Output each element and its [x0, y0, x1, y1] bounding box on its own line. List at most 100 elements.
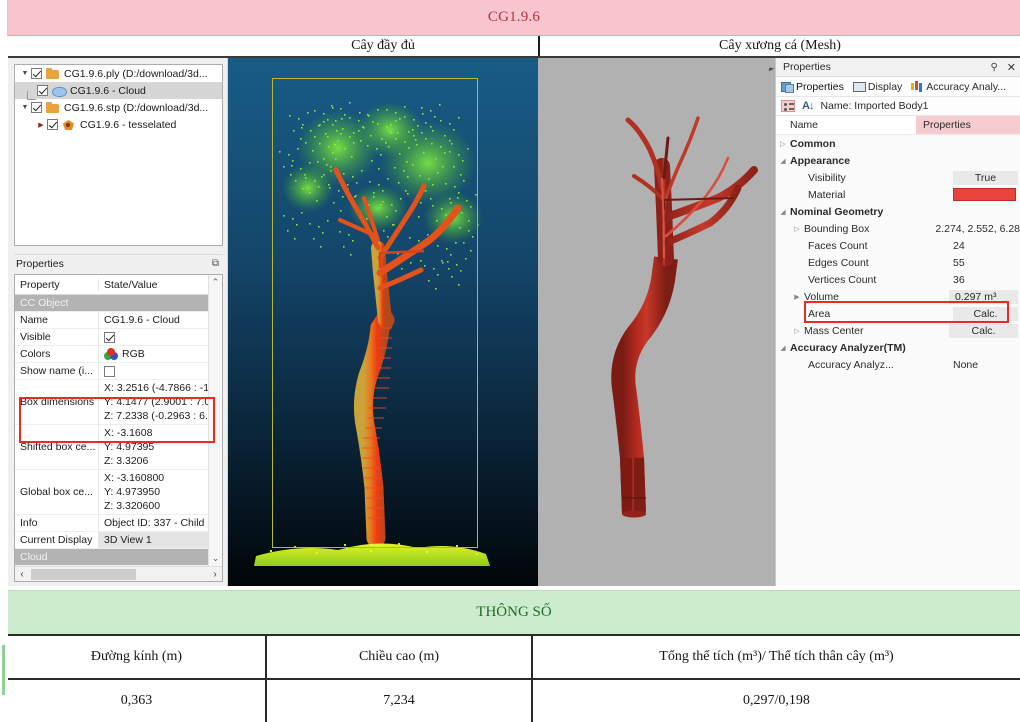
tree-checkbox[interactable]: [47, 119, 58, 130]
gm-row-label: Accuracy Analyz...: [808, 359, 948, 371]
tree-checkbox[interactable]: [31, 68, 42, 79]
chevron-right-icon[interactable]: ▷: [790, 327, 804, 335]
bounding-box-value: 2.274, 2.552, 6.28: [930, 223, 1020, 235]
tree-checkbox[interactable]: [31, 102, 42, 113]
gm-row-volume[interactable]: ▶ Volume 0.297 m³: [776, 288, 1020, 305]
gm-row-vertices-count[interactable]: Vertices Count 36: [776, 271, 1020, 288]
gm-row-faces-count[interactable]: Faces Count 24: [776, 237, 1020, 254]
gm-row-area[interactable]: Area Calc.: [776, 305, 1020, 322]
gm-row-mass-center[interactable]: ▷ Mass Center Calc.: [776, 322, 1020, 339]
gm-row-value-wrap[interactable]: True: [948, 171, 1020, 185]
tab-accuracy-label: Accuracy Analy...: [926, 81, 1006, 93]
gm-row-label: Vertices Count: [808, 274, 948, 286]
area-calc-button[interactable]: Calc.: [953, 307, 1018, 321]
column-header-point-cloud: Cây đầy đủ: [228, 36, 538, 56]
gm-row-visibility[interactable]: Visibility True: [776, 169, 1020, 186]
gm-row-material[interactable]: Material: [776, 186, 1020, 203]
left-margin-stub: [0, 0, 8, 36]
gm-group-label: Appearance: [790, 155, 930, 167]
tree-item-cloud[interactable]: CG1.9.6 - Cloud: [15, 82, 222, 99]
cc-row-name: Name CG1.9.6 - Cloud: [15, 312, 222, 329]
column-header-row: Cây đầy đủ Cây xương cá (Mesh): [8, 36, 1020, 58]
params-value-height: 7,234: [267, 680, 533, 722]
chevron-down-icon[interactable]: ▼: [19, 104, 31, 111]
box-dim-z: Z: 7.2338 (-0.2963 : 6.9: [104, 409, 222, 423]
tree-item-ply-file[interactable]: ▼ CG1.9.6.ply (D:/download/3d...: [15, 65, 222, 82]
tab-accuracy-analyzer[interactable]: Accuracy Analy...: [911, 81, 1006, 93]
tree-item-stp-file[interactable]: ▼ CG1.9.6.stp (D:/download/3d...: [15, 99, 222, 116]
hscroll-thumb[interactable]: [31, 569, 136, 580]
scroll-up-icon[interactable]: ⌃: [209, 275, 222, 289]
bottom-left-margin: [0, 590, 8, 722]
column-header-empty: [8, 36, 228, 56]
gm-row-label: Mass Center: [804, 325, 944, 337]
mass-center-calc-button[interactable]: Calc.: [949, 324, 1018, 338]
gm-row-accuracy-analyzer-value[interactable]: Accuracy Analyz... None: [776, 356, 1020, 373]
geomagic-tabs[interactable]: Properties Display Accuracy Analy...: [776, 77, 1020, 97]
cc-properties-vertical-scrollbar[interactable]: ⌃ ⌄: [208, 275, 222, 581]
green-edge-marker: [2, 645, 5, 695]
material-color-swatch[interactable]: [953, 188, 1016, 201]
tab-display[interactable]: Display: [853, 81, 902, 93]
tree-item-tesselated[interactable]: ▶ CG1.9.6 - tesselated: [15, 116, 222, 133]
accuracy-analyzer-icon: [911, 81, 923, 92]
volume-value[interactable]: 0.297 m³: [949, 290, 1018, 304]
params-header-volume: Tổng thể tích (m³)/ Thể tích thân cây (m…: [533, 636, 1020, 678]
db-tree-panel[interactable]: ▼ CG1.9.6.ply (D:/download/3d... CG1.9.6…: [14, 64, 223, 246]
scroll-right-icon[interactable]: ›: [208, 569, 222, 580]
params-table-value-row: 0,363 7,234 0,297/0,198: [8, 680, 1020, 722]
show-name-checkbox[interactable]: [104, 366, 115, 377]
chevron-right-icon[interactable]: ▶: [35, 121, 47, 129]
float-panel-icon[interactable]: ⧉: [212, 258, 219, 269]
scroll-left-icon[interactable]: ‹: [15, 569, 29, 580]
gm-row-bounding-box[interactable]: ▷ Bounding Box 2.274, 2.552, 6.28: [776, 220, 1020, 237]
visibility-value[interactable]: True: [953, 171, 1018, 185]
gm-group-appearance[interactable]: ◢ Appearance: [776, 152, 1020, 169]
gm-group-nominal-geometry[interactable]: ◢ Nominal Geometry: [776, 203, 1020, 220]
chevron-right-icon[interactable]: ▷: [776, 140, 790, 148]
chevron-down-icon[interactable]: ◢: [776, 157, 790, 165]
gm-group-label: Accuracy Analyzer(TM): [790, 342, 930, 354]
scroll-down-icon[interactable]: ⌄: [209, 551, 222, 565]
cc-properties-table[interactable]: ⌃ ⌄ Property State/Value CC Object Name …: [14, 274, 223, 582]
cc-properties-horizontal-scrollbar[interactable]: ‹ ›: [15, 566, 222, 581]
point-cloud-viewport[interactable]: [228, 58, 538, 586]
visible-checkbox[interactable]: [104, 332, 115, 343]
pin-icon[interactable]: ⚲: [990, 62, 997, 73]
gm-row-value-wrap[interactable]: [948, 188, 1020, 201]
geomagic-subtoolbar[interactable]: A↓ Name: Imported Body1: [776, 97, 1020, 116]
cc-row-label: Shifted box ce...: [15, 425, 99, 469]
gm-row-value-wrap[interactable]: Calc.: [944, 324, 1020, 338]
gm-row-label: Material: [808, 189, 948, 201]
chevron-down-icon[interactable]: ◢: [776, 344, 790, 352]
gm-group-common[interactable]: ▷ Common: [776, 135, 1020, 152]
vertices-count-value: 36: [948, 274, 1020, 286]
params-table: Đường kính (m) Chiều cao (m) Tổng thể tí…: [8, 634, 1020, 722]
shifted-y: Y: 4.97395: [104, 440, 222, 454]
cc-section-cc-object: CC Object: [15, 295, 222, 312]
close-icon[interactable]: ✕: [1007, 61, 1016, 74]
categorize-icon[interactable]: [781, 100, 795, 112]
shifted-x: X: -3.1608: [104, 426, 222, 440]
cc-row-value: [99, 363, 222, 379]
cloudcompare-dock: ▼ CG1.9.6.ply (D:/download/3d... CG1.9.6…: [8, 58, 228, 586]
gm-row-value-wrap[interactable]: 0.297 m³: [944, 290, 1020, 304]
chevron-down-icon[interactable]: ▼: [19, 70, 31, 77]
tab-properties[interactable]: Properties: [781, 81, 844, 93]
chevron-right-icon[interactable]: ▶: [790, 293, 804, 301]
tree-checkbox[interactable]: [37, 85, 48, 96]
sort-az-icon[interactable]: A↓: [802, 100, 813, 112]
gm-row-edges-count[interactable]: Edges Count 55: [776, 254, 1020, 271]
cc-row-box-dimensions: Box dimensions X: 3.2516 (-4.7866 : -1 Y…: [15, 380, 222, 425]
cc-row-value[interactable]: 3D View 1: [99, 532, 222, 548]
cc-row-label: Colors: [15, 346, 99, 362]
chevron-down-icon[interactable]: ◢: [776, 208, 790, 216]
gm-row-label: Bounding Box: [804, 223, 930, 235]
cc-row-value: X: -3.1608 Y: 4.97395 Z: 3.3206: [99, 425, 222, 469]
params-value-volume: 0,297/0,198: [533, 680, 1020, 722]
gm-row-value-wrap[interactable]: Calc.: [948, 307, 1020, 321]
cc-row-current-display: Current Display 3D View 1: [15, 532, 222, 549]
chevron-right-icon[interactable]: ▷: [790, 225, 804, 233]
gm-group-accuracy-analyzer[interactable]: ◢ Accuracy Analyzer(TM): [776, 339, 1020, 356]
geomagic-properties-panel[interactable]: Properties ⚲ ✕ Properties Display Accura…: [775, 58, 1020, 586]
